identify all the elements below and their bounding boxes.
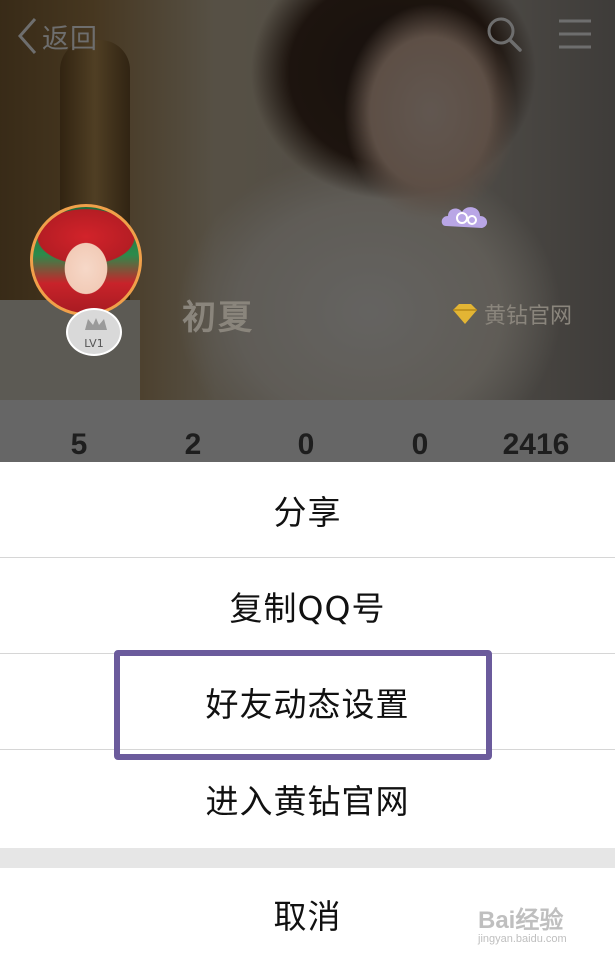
watermark: Bai经验 jingyan.baidu.com: [478, 900, 598, 945]
share-option[interactable]: 分享: [0, 462, 615, 557]
profile-header: LV1 初夏 黄钻官网 返回 5 2 0 0 2416: [0, 0, 615, 462]
friend-feed-settings-option[interactable]: 好友动态设置: [0, 654, 615, 749]
cloud-decoration-icon: [441, 207, 488, 228]
vip-link[interactable]: 黄钻官网: [450, 298, 572, 330]
stats-row: 5 2 0 0 2416: [0, 428, 615, 462]
nickname: 初夏: [182, 298, 254, 338]
yellow-diamond-icon: [453, 304, 477, 324]
watermark-logo: Bai经验: [478, 907, 564, 934]
back-label: 返回: [42, 23, 98, 55]
copy-qq-number-option[interactable]: 复制QQ号: [0, 558, 615, 653]
back-button[interactable]: 返回: [16, 14, 98, 58]
level-label: LV1: [84, 337, 104, 350]
stat-value[interactable]: 0: [370, 428, 470, 462]
watermark-url: jingyan.baidu.com: [478, 933, 567, 945]
top-bar: 返回: [0, 0, 615, 72]
menu-icon[interactable]: [556, 16, 594, 52]
back-chevron-icon: [16, 16, 38, 56]
level-badge: LV1: [66, 308, 122, 356]
stat-value[interactable]: 5: [29, 428, 129, 462]
avatar[interactable]: [30, 204, 142, 316]
stat-value[interactable]: 0: [256, 428, 356, 462]
stat-value[interactable]: 2416: [486, 428, 586, 462]
yellow-diamond-site-option[interactable]: 进入黄钻官网: [0, 750, 615, 848]
vip-label: 黄钻官网: [484, 304, 573, 329]
stat-value[interactable]: 2: [143, 428, 243, 462]
search-icon[interactable]: [484, 14, 524, 54]
crown-icon: [85, 318, 107, 330]
action-sheet: 分享 复制QQ号 好友动态设置 进入黄钻官网 取消: [0, 462, 615, 960]
sheet-gap: [0, 848, 615, 868]
